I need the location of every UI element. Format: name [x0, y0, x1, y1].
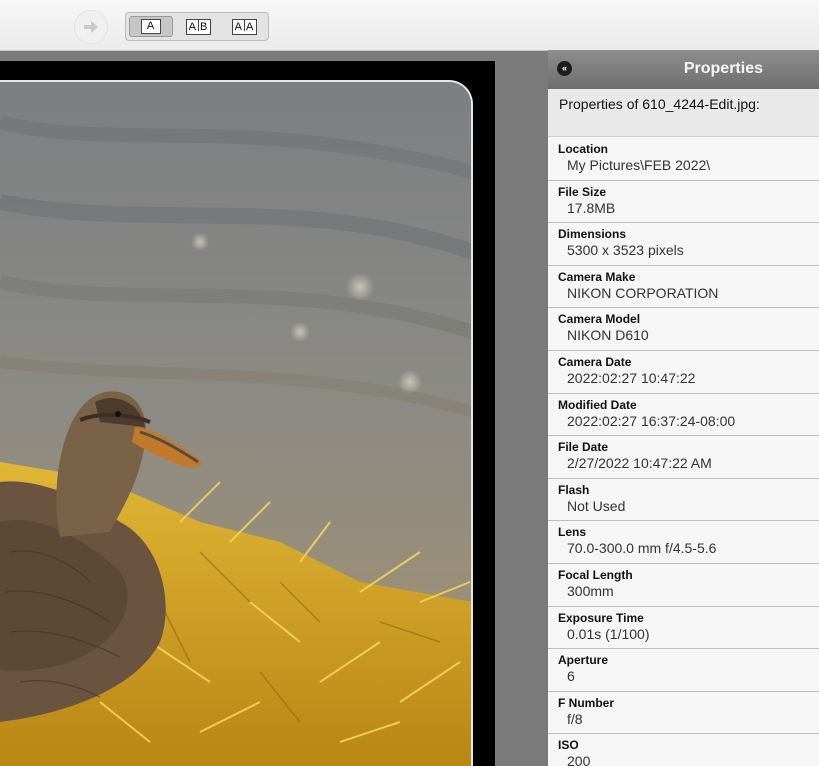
property-label: F Number — [558, 695, 615, 710]
property-value: NIKON CORPORATION — [567, 284, 719, 301]
view-mode-group: A AB AA — [125, 12, 269, 41]
mode-letter: A — [146, 20, 156, 32]
mode-letter: A — [246, 20, 255, 33]
property-list: Location My Pictures\FEB 2022\ File Size… — [548, 138, 819, 766]
property-label: File Date — [558, 440, 609, 455]
property-lens: Lens 70.0-300.0 mm f/4.5-5.6 — [548, 521, 819, 564]
property-flash: Flash Not Used — [548, 478, 819, 522]
photo-preview[interactable] — [0, 80, 473, 766]
property-value: Not Used — [567, 497, 626, 514]
forward-button[interactable] — [74, 10, 108, 44]
property-modified-date: Modified Date 2022:02:27 16:37:24-08:00 — [548, 393, 819, 437]
property-camera-model: Camera Model NIKON D610 — [548, 308, 819, 351]
property-label: Camera Date — [558, 354, 632, 369]
properties-panel: « Properties Properties of 610_4244-Edit… — [548, 50, 819, 766]
property-label: Camera Make — [558, 269, 636, 284]
property-focal-length: Focal Length 300mm — [548, 563, 819, 607]
property-value: 5300 x 3523 pixels — [567, 242, 684, 259]
property-label: Camera Model — [558, 312, 641, 327]
property-camera-date: Camera Date 2022:02:27 10:47:22 — [548, 350, 819, 394]
property-label: Modified Date — [558, 397, 637, 412]
mode-letter: B — [200, 20, 209, 33]
view-mode-single-button[interactable]: A — [129, 16, 173, 37]
property-value: NIKON D610 — [567, 327, 649, 344]
view-mode-compare-label: AB — [185, 18, 212, 35]
property-value: 0.01s (1/100) — [567, 625, 650, 642]
property-value: My Pictures\FEB 2022\ — [567, 157, 711, 173]
property-aperture: Aperture 6 — [548, 649, 819, 692]
property-label: Exposure Time — [558, 610, 644, 625]
view-mode-single-label: A — [140, 19, 162, 34]
property-file-date: File Date 2/27/2022 10:47:22 AM — [548, 436, 819, 479]
property-dimensions: Dimensions 5300 x 3523 pixels — [548, 223, 819, 266]
property-f-number: F Number f/8 — [548, 691, 819, 735]
property-label: Lens — [558, 525, 587, 540]
property-label: ISO — [558, 738, 579, 753]
property-value: 17.8MB — [567, 199, 616, 216]
view-mode-compare-button[interactable]: AB — [178, 16, 219, 37]
property-label: Aperture — [558, 653, 609, 668]
panel-title: Properties — [683, 60, 763, 77]
property-value: 2022:02:27 16:37:24-08:00 — [567, 412, 736, 429]
property-label: Dimensions — [558, 227, 627, 242]
property-location: Location My Pictures\FEB 2022\ — [548, 138, 819, 181]
property-value: 6 — [567, 668, 575, 685]
property-iso: ISO 200 — [548, 734, 819, 766]
mode-letter: A — [234, 20, 243, 33]
property-value: f/8 — [567, 710, 583, 727]
properties-panel-header: « Properties — [548, 50, 819, 89]
property-value: 2022:02:27 10:47:22 — [567, 369, 696, 386]
property-label: Focal Length — [558, 567, 633, 582]
property-value: 70.0-300.0 mm f/4.5-5.6 — [567, 540, 717, 557]
duck-on-straw-image — [0, 82, 471, 766]
file-properties-heading: Properties of 610_4244-Edit.jpg: — [548, 89, 819, 137]
property-exposure-time: Exposure Time 0.01s (1/100) — [548, 606, 819, 650]
property-label: Location — [558, 142, 608, 156]
view-mode-dual-button[interactable]: AA — [224, 16, 265, 37]
property-camera-make: Camera Make NIKON CORPORATION — [548, 265, 819, 309]
property-value: 200 — [567, 753, 591, 766]
arrow-right-icon — [84, 21, 98, 33]
property-file-size: File Size 17.8MB — [548, 180, 819, 224]
property-value: 300mm — [567, 582, 614, 599]
property-label: Flash — [558, 482, 590, 497]
view-mode-dual-label: AA — [231, 18, 258, 35]
property-value: 2/27/2022 10:47:22 AM — [567, 455, 712, 472]
property-label: File Size — [558, 184, 607, 199]
mode-letter: A — [188, 20, 197, 33]
toolbar: A AB AA — [0, 0, 819, 51]
